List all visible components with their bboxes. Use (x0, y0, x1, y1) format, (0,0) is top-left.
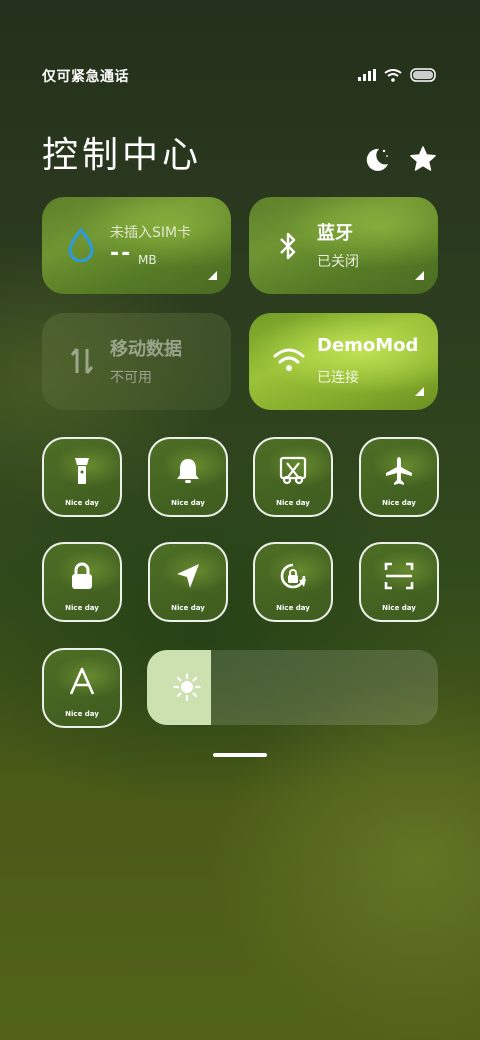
mobile-data-tile[interactable]: 移动数据 不可用 (42, 313, 231, 410)
toggle-label: Nice day (171, 499, 205, 507)
data-arrows-icon (70, 348, 94, 374)
flashlight-toggle[interactable]: Nice day (42, 437, 122, 517)
scan-icon (384, 562, 414, 590)
mobile-data-status: 不可用 (110, 370, 152, 386)
wifi-icon (384, 68, 402, 82)
rotation-lock-icon (280, 563, 306, 589)
bluetooth-label: 蓝牙 (317, 223, 353, 244)
toggle-label: Nice day (382, 604, 416, 612)
status-bar: 仅可紧急通话 (42, 64, 438, 88)
bell-icon (177, 459, 199, 483)
lock-icon (72, 562, 92, 589)
screenshot-scissors-icon (279, 456, 307, 485)
drag-handle[interactable] (213, 753, 267, 757)
data-usage-tile[interactable]: 未插入SIM卡 -- MB (42, 197, 231, 294)
toggle-label: Nice day (382, 499, 416, 507)
carrier-text: 仅可紧急通话 (42, 69, 129, 85)
ringer-toggle[interactable]: Nice day (148, 437, 228, 517)
toggle-label: Nice day (276, 499, 310, 507)
mobile-data-label: 移动数据 (110, 339, 182, 360)
bluetooth-tile[interactable]: 蓝牙 已关闭 (249, 197, 438, 294)
airplane-toggle[interactable]: Nice day (359, 437, 439, 517)
toggle-label: Nice day (171, 604, 205, 612)
water-drop-icon (68, 228, 94, 262)
airplane-icon (386, 457, 412, 485)
wifi-status: 已连接 (317, 370, 359, 386)
flashlight-icon (75, 458, 89, 484)
moon-icon[interactable] (362, 144, 392, 174)
scan-toggle[interactable]: Nice day (359, 542, 439, 622)
font-icon (69, 667, 95, 695)
brightness-slider[interactable] (147, 650, 438, 725)
toggle-label: Nice day (65, 710, 99, 718)
star-icon[interactable] (408, 144, 438, 174)
corner-indicator (415, 271, 424, 280)
data-unit: MB (138, 253, 157, 267)
location-toggle[interactable]: Nice day (148, 542, 228, 622)
page-title: 控制中心 (42, 135, 203, 176)
screenshot-toggle[interactable]: Nice day (253, 437, 333, 517)
battery-icon (410, 68, 436, 82)
corner-indicator (415, 387, 424, 396)
sim-status-text: 未插入SIM卡 (110, 225, 192, 241)
toggle-label: Nice day (65, 604, 99, 612)
wifi-icon (273, 348, 305, 371)
bluetooth-icon (280, 232, 296, 260)
sun-icon (173, 673, 201, 701)
signal-icon (358, 69, 376, 81)
corner-indicator (208, 271, 217, 280)
lock-screen-toggle[interactable]: Nice day (42, 542, 122, 622)
bluetooth-status: 已关闭 (317, 254, 359, 270)
font-size-toggle[interactable]: Nice day (42, 648, 122, 728)
toggle-label: Nice day (276, 604, 310, 612)
data-value: -- (110, 241, 133, 266)
location-arrow-icon (177, 564, 199, 588)
wifi-tile[interactable]: DemoMod 已连接 (249, 313, 438, 410)
toggle-label: Nice day (65, 499, 99, 507)
rotation-lock-toggle[interactable]: Nice day (253, 542, 333, 622)
wifi-network-name: DemoMod (317, 335, 419, 356)
